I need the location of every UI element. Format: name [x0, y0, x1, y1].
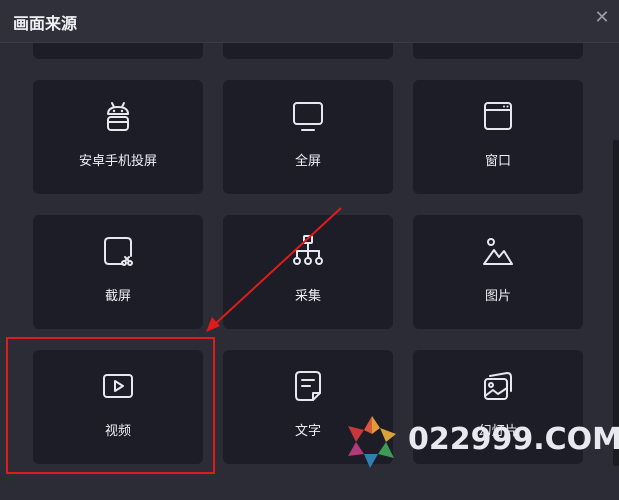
- source-label: 全屏: [294, 154, 321, 169]
- screenshot-icon: [104, 237, 133, 266]
- android-icon: [107, 102, 129, 131]
- source-card-fullscreen[interactable]: 全屏: [223, 80, 393, 194]
- source-card-android[interactable]: 安卓手机投屏: [33, 80, 203, 194]
- monitor-icon: [293, 102, 323, 131]
- watermark-logo-icon: [348, 416, 396, 468]
- image-icon: [483, 238, 513, 265]
- window-icon: [484, 102, 512, 130]
- text-doc-icon: [295, 371, 321, 401]
- watermark-text: 022999.COM: [408, 422, 619, 457]
- source-label: 采集: [294, 289, 321, 304]
- source-card-image[interactable]: 图片: [413, 215, 583, 329]
- watermark: 022999.COM: [342, 410, 619, 472]
- source-label: 图片: [484, 289, 511, 304]
- source-card-screenshot[interactable]: 截屏: [33, 215, 203, 329]
- source-label: 安卓手机投屏: [78, 154, 157, 169]
- dialog-title: 画面来源: [13, 14, 78, 33]
- source-card-window[interactable]: 窗口: [413, 80, 583, 194]
- partial-card[interactable]: [223, 43, 393, 59]
- source-card-capture[interactable]: 采集: [223, 215, 393, 329]
- partial-card[interactable]: [33, 43, 203, 59]
- scrollbar[interactable]: [613, 140, 619, 466]
- slideshow-icon: [484, 372, 512, 400]
- close-icon[interactable]: ✕: [592, 8, 612, 28]
- highlight-box: [6, 337, 215, 474]
- source-label: 截屏: [104, 289, 131, 304]
- dialog-titlebar: 画面来源 ✕: [0, 0, 619, 43]
- capture-tree-icon: [293, 235, 323, 265]
- partial-card[interactable]: [413, 43, 583, 59]
- source-label: 窗口: [484, 154, 511, 169]
